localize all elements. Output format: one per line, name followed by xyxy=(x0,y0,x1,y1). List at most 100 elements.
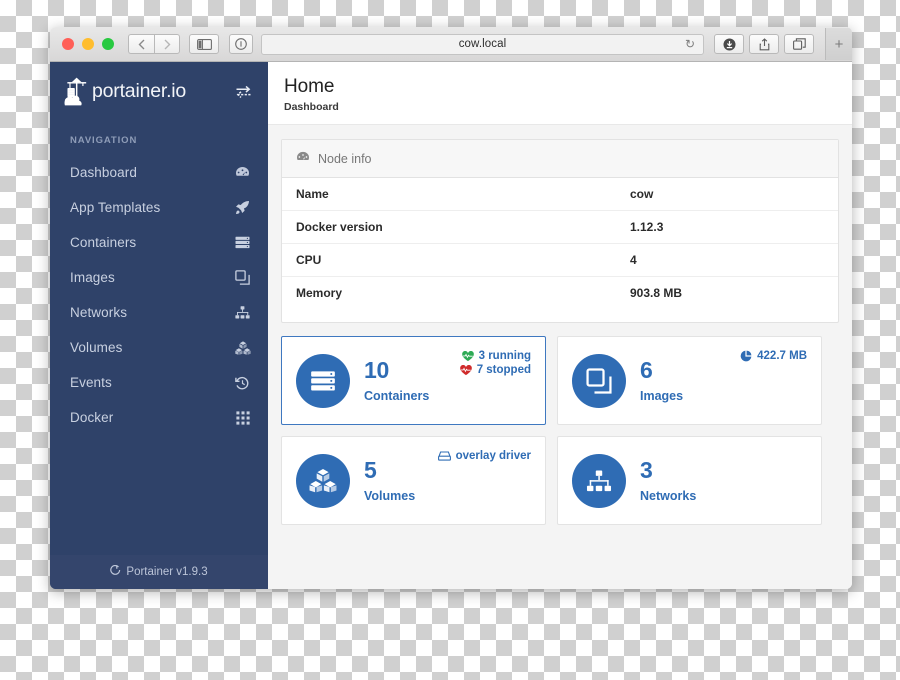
running-count-label: 3 running xyxy=(478,350,531,362)
card-label: Volumes xyxy=(364,488,416,503)
sidebar-item-label: Docker xyxy=(70,410,114,425)
sidebar-item-label: App Templates xyxy=(70,200,161,215)
images-size-label: 422.7 MB xyxy=(757,350,807,362)
content-inner: Node info Name cow Docker version 1.12.3… xyxy=(268,125,852,525)
card-side-info: 422.7 MB xyxy=(740,350,807,362)
dashboard-cards: 10 Containers 3 running 7 stopped 6 Imag… xyxy=(281,336,839,525)
pie-chart-icon xyxy=(740,350,752,362)
heartbeat-icon xyxy=(461,350,474,362)
card-label: Networks xyxy=(640,488,697,503)
card-label: Images xyxy=(640,388,684,403)
navigation-section-title: NAVIGATION xyxy=(70,135,138,146)
volumes-driver-label: overlay driver xyxy=(455,450,531,462)
stopped-count-label: 7 stopped xyxy=(476,364,531,376)
hdd-icon xyxy=(437,451,451,461)
table-row: Name cow xyxy=(282,178,838,211)
grid-icon xyxy=(234,410,251,425)
clone-icon xyxy=(234,270,251,285)
sitemap-icon xyxy=(234,306,251,319)
maximize-window-button[interactable] xyxy=(102,38,114,50)
card-volumes[interactable]: 5 Volumes overlay driver xyxy=(281,436,546,525)
card-count: 6 xyxy=(640,356,653,383)
heartbeat-icon xyxy=(459,364,472,376)
card-images[interactable]: 6 Images 422.7 MB xyxy=(557,336,822,425)
card-count: 10 xyxy=(364,356,389,383)
endpoint-switch-icon[interactable] xyxy=(235,85,252,99)
sitemap-icon xyxy=(572,453,626,508)
sidebar-item-dashboard[interactable]: Dashboard xyxy=(50,155,268,190)
share-button[interactable] xyxy=(749,34,779,54)
card-containers[interactable]: 10 Containers 3 running 7 stopped xyxy=(281,336,546,425)
card-side-info: overlay driver xyxy=(437,450,531,462)
forward-button[interactable] xyxy=(154,34,180,54)
dashboard-icon xyxy=(234,166,251,179)
close-window-button[interactable] xyxy=(62,38,74,50)
page-header: Home Dashboard xyxy=(268,62,852,125)
containers-stopped-status: 7 stopped xyxy=(459,364,531,376)
brand-name: portainer.io xyxy=(92,80,187,102)
main-content: Home Dashboard Node info Name cow Docker… xyxy=(268,62,852,589)
sidebar-item-label: Dashboard xyxy=(70,165,137,180)
sidebar-item-label: Events xyxy=(70,375,112,390)
sidebar-item-docker[interactable]: Docker xyxy=(50,400,268,435)
sidebar-footer[interactable]: Portainer v1.9.3 xyxy=(50,555,268,589)
browser-toolbar: cow.local ↻ + xyxy=(50,27,852,62)
card-side-info: 3 running 7 stopped xyxy=(459,350,531,376)
address-bar[interactable]: cow.local ↻ xyxy=(261,33,704,55)
dashboard-icon xyxy=(296,151,310,166)
address-bar-region: cow.local ↻ xyxy=(229,33,704,55)
sidebar-item-networks[interactable]: Networks xyxy=(50,295,268,330)
images-size-status: 422.7 MB xyxy=(740,350,807,362)
new-tab-button[interactable]: + xyxy=(825,28,852,60)
tab-overview-button[interactable] xyxy=(784,34,814,54)
card-body: 3 Networks xyxy=(640,456,697,503)
card-body: 6 Images xyxy=(640,356,684,403)
sidebar-item-label: Networks xyxy=(70,305,128,320)
server-stack-icon xyxy=(234,236,251,249)
volumes-driver-status: overlay driver xyxy=(437,450,531,462)
row-value: cow xyxy=(630,187,654,201)
table-row: CPU 4 xyxy=(282,244,838,277)
sidebar-item-images[interactable]: Images xyxy=(50,260,268,295)
cubes-icon xyxy=(234,340,251,355)
reader-view-button[interactable] xyxy=(229,34,253,54)
sidebar-item-label: Images xyxy=(70,270,115,285)
page-subtitle: Dashboard xyxy=(284,101,339,113)
back-button[interactable] xyxy=(128,34,154,54)
sidebar: portainer.io NAVIGATION Dashboard App Te… xyxy=(50,62,268,589)
sidebar-item-containers[interactable]: Containers xyxy=(50,225,268,260)
row-value: 903.8 MB xyxy=(630,286,683,300)
card-count: 3 xyxy=(640,456,653,483)
table-row: Docker version 1.12.3 xyxy=(282,211,838,244)
node-info-header: Node info xyxy=(282,140,838,178)
page-title: Home xyxy=(284,76,335,97)
downloads-button[interactable] xyxy=(714,34,744,54)
application-layout: portainer.io NAVIGATION Dashboard App Te… xyxy=(50,62,852,589)
server-stack-icon xyxy=(296,353,350,408)
card-networks[interactable]: 3 Networks xyxy=(557,436,822,525)
clone-icon xyxy=(572,353,626,408)
row-key: Memory xyxy=(296,286,343,300)
navigation-buttons xyxy=(128,34,180,54)
sidebar-item-events[interactable]: Events xyxy=(50,365,268,400)
sidebar-item-volumes[interactable]: Volumes xyxy=(50,330,268,365)
node-info-title: Node info xyxy=(318,151,372,166)
table-row: Memory 903.8 MB xyxy=(282,277,838,322)
sidebar-toggle-button[interactable] xyxy=(189,34,219,54)
browser-window: cow.local ↻ + portainer.io NAVIGATION Da… xyxy=(50,27,852,589)
minimize-window-button[interactable] xyxy=(82,38,94,50)
brand-header[interactable]: portainer.io xyxy=(50,62,268,121)
card-count: 5 xyxy=(364,456,377,483)
row-value: 1.12.3 xyxy=(630,220,664,234)
containers-running-status: 3 running xyxy=(461,350,531,362)
reload-icon[interactable]: ↻ xyxy=(685,38,695,50)
url-text: cow.local xyxy=(458,38,507,50)
sidebar-item-app-templates[interactable]: App Templates xyxy=(50,190,268,225)
sidebar-item-label: Volumes xyxy=(70,340,123,355)
card-label: Containers xyxy=(364,388,430,403)
rocket-icon xyxy=(234,200,251,215)
github-icon xyxy=(110,564,121,579)
card-body: 5 Volumes xyxy=(364,456,416,503)
sidebar-footer-text: Portainer v1.9.3 xyxy=(126,566,208,578)
